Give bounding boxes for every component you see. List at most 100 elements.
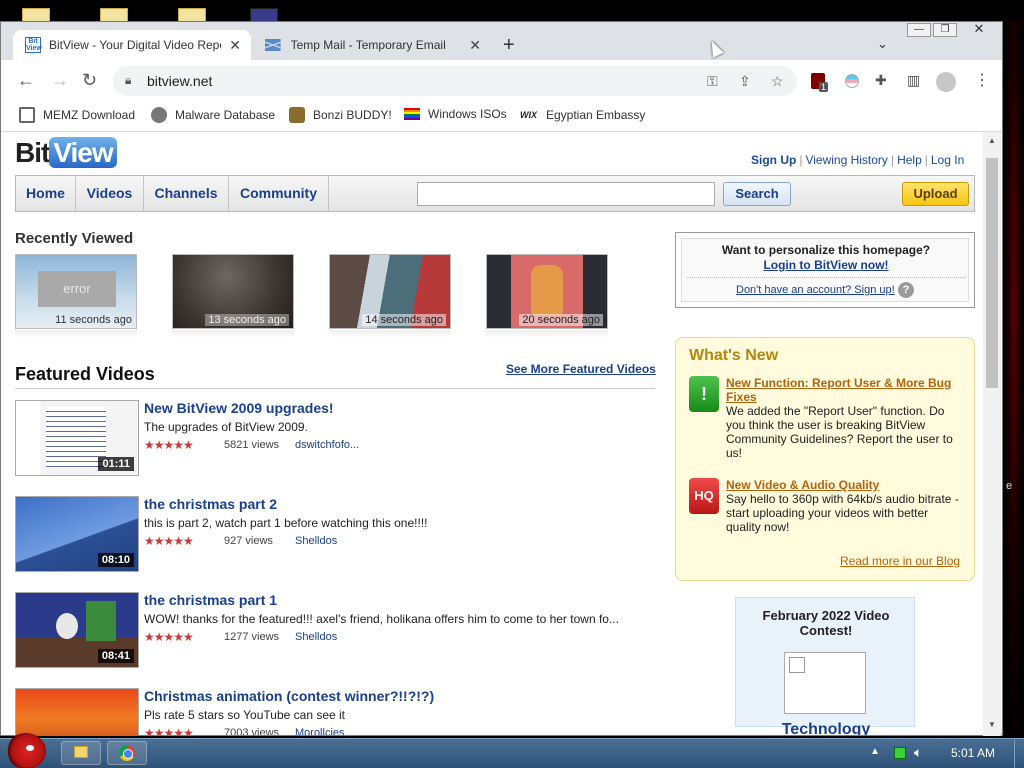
- nav-channels[interactable]: Channels: [144, 176, 229, 211]
- page-icon: [19, 107, 35, 123]
- scroll-down-icon[interactable]: ▼: [988, 720, 996, 729]
- rating-stars-icon: ★★★★★: [144, 630, 194, 644]
- tab-strip: Bit View BitView - Your Digital Video Rep…: [1, 22, 1002, 60]
- video-title-link[interactable]: Christmas animation (contest winner?!!?!…: [144, 688, 434, 704]
- url-text[interactable]: bitview.net: [147, 73, 212, 89]
- side-panel-icon[interactable]: ▥: [907, 72, 920, 89]
- extensions-puzzle-icon[interactable]: ✚: [875, 72, 887, 89]
- blog-link[interactable]: Read more in our Blog: [840, 554, 960, 568]
- maximize-button[interactable]: ❐: [933, 23, 957, 37]
- close-icon[interactable]: ✕: [229, 37, 241, 54]
- desktop-program-icon[interactable]: [250, 8, 284, 22]
- see-more-featured-link[interactable]: See More Featured Videos: [506, 362, 656, 376]
- video-user-link[interactable]: dswitchfofo...: [295, 439, 359, 451]
- scroll-thumb[interactable]: [986, 158, 998, 388]
- menu-dots-icon[interactable]: ⋮: [974, 70, 990, 90]
- nav-videos[interactable]: Videos: [76, 176, 144, 211]
- volume-icon[interactable]: 🔈︎: [914, 744, 922, 761]
- tray-expand-icon[interactable]: ▲: [870, 746, 880, 757]
- cartoon-character: [531, 265, 563, 315]
- video-title-link[interactable]: the christmas part 1: [144, 592, 277, 608]
- key-icon[interactable]: ⚿: [707, 73, 718, 90]
- hq-icon: HQ: [689, 478, 719, 514]
- bitview-logo[interactable]: Bit View: [15, 137, 117, 169]
- personalize-box: Want to personalize this homepage? Login…: [675, 232, 975, 308]
- contest-category-link[interactable]: Technology: [736, 721, 916, 735]
- tab-bitview[interactable]: Bit View BitView - Your Digital Video Rep…: [13, 30, 251, 60]
- new-tab-plus-icon[interactable]: +: [503, 34, 515, 57]
- bookmark-star-icon[interactable]: ☆: [771, 73, 784, 90]
- recent-video-thumb[interactable]: error 11 seconds ago: [15, 254, 137, 329]
- news-title-link[interactable]: New Function: Report User & More Bug Fix…: [726, 376, 966, 404]
- video-user-link[interactable]: Shelldos: [295, 535, 337, 547]
- video-user-link[interactable]: Shelldos: [295, 631, 337, 643]
- close-icon[interactable]: ✕: [469, 37, 481, 54]
- bookmark-egyptian-embassy[interactable]: WIX Egyptian Embassy: [520, 107, 645, 123]
- divider: [15, 388, 655, 389]
- video-title-link[interactable]: New BitView 2009 upgrades!: [144, 400, 334, 416]
- close-window-button[interactable]: ✕: [967, 22, 991, 37]
- sign-up-link[interactable]: Sign Up: [751, 153, 796, 167]
- tab-temp-mail[interactable]: Temp Mail - Temporary Email ✕: [253, 30, 491, 60]
- search-input[interactable]: [417, 182, 715, 206]
- search-button[interactable]: Search: [723, 182, 791, 206]
- show-desktop-button[interactable]: [1014, 740, 1024, 768]
- start-button-angry-bird-icon[interactable]: [6, 733, 46, 768]
- featured-video: 01:11 New BitView 2009 upgrades! The upg…: [15, 400, 655, 480]
- recent-video-thumb[interactable]: 13 seconds ago: [172, 254, 294, 329]
- bookmark-memz[interactable]: MEMZ Download: [19, 107, 135, 123]
- video-thumb[interactable]: 01:11: [15, 400, 139, 476]
- desktop-folder-icon[interactable]: [178, 8, 212, 22]
- desktop-folder-icon[interactable]: [100, 8, 134, 22]
- video-thumb[interactable]: 08:41: [15, 592, 139, 668]
- news-title-link[interactable]: New Video & Audio Quality: [726, 478, 966, 492]
- reload-icon[interactable]: ↻: [82, 70, 97, 91]
- taskbar-clock[interactable]: 5:01 AM: [951, 746, 995, 760]
- contest-image[interactable]: [784, 652, 866, 714]
- video-duration: 01:11: [98, 457, 134, 471]
- upload-button[interactable]: Upload: [902, 182, 969, 206]
- bookmark-malware-database[interactable]: Malware Database: [151, 107, 275, 123]
- video-user-link[interactable]: Morollcies: [295, 727, 345, 735]
- network-icon[interactable]: [894, 747, 906, 759]
- video-thumb[interactable]: 08:10: [15, 496, 139, 572]
- video-description: The upgrades of BitView 2009.: [144, 420, 308, 434]
- news-body: We added the "Report User" function. Do …: [726, 404, 953, 460]
- video-title-link[interactable]: the christmas part 2: [144, 496, 277, 512]
- recent-time: 11 seconds ago: [55, 314, 132, 326]
- minimize-button[interactable]: —: [907, 23, 931, 37]
- desktop-text: e: [1006, 480, 1013, 492]
- help-icon[interactable]: ?: [898, 282, 914, 298]
- signup-link[interactable]: Don't have an account? Sign up!: [736, 284, 895, 296]
- nav-home[interactable]: Home: [16, 176, 76, 211]
- bookmarks-bar: MEMZ Download Malware Database Bonzi BUD…: [1, 102, 1002, 132]
- page-scrollbar[interactable]: ▲ ▼: [983, 132, 1001, 736]
- scroll-up-icon[interactable]: ▲: [988, 136, 996, 145]
- log-in-link[interactable]: Log In: [931, 153, 964, 167]
- recent-time: 20 seconds ago: [519, 314, 603, 326]
- bird-eye: [26, 745, 34, 751]
- rating-stars-icon: ★★★★★: [144, 726, 194, 735]
- share-icon[interactable]: ⇪: [739, 73, 751, 90]
- profile-avatar-icon[interactable]: [936, 72, 956, 92]
- address-bar[interactable]: 🔒︎ bitview.net ⚿ ⇪ ☆: [113, 66, 797, 96]
- thumb-reflection: [329, 330, 451, 338]
- recent-video-thumb[interactable]: 14 seconds ago: [329, 254, 451, 329]
- recent-video-thumb[interactable]: 20 seconds ago: [486, 254, 608, 329]
- login-link[interactable]: Login to BitView now!: [682, 258, 970, 272]
- forward-arrow-icon[interactable]: →: [51, 70, 69, 91]
- pride-extension-icon[interactable]: [845, 74, 859, 88]
- bookmark-windows-isos[interactable]: Windows ISOs: [404, 107, 507, 121]
- desktop-folder-icon[interactable]: [22, 8, 56, 22]
- nav-community[interactable]: Community: [229, 176, 329, 211]
- tab-search-chevron-icon[interactable]: ⌄: [877, 36, 888, 52]
- bookmark-bonzi-buddy[interactable]: Bonzi BUDDY!: [289, 107, 392, 123]
- help-link[interactable]: Help: [897, 153, 922, 167]
- lock-icon[interactable]: 🔒︎: [125, 73, 131, 88]
- back-arrow-icon[interactable]: ←: [17, 70, 35, 91]
- viewing-history-link[interactable]: Viewing History: [805, 153, 887, 167]
- video-thumb[interactable]: [15, 688, 139, 735]
- thumb-screenshot: [46, 407, 106, 467]
- whats-new-heading: What's New: [689, 347, 779, 364]
- recent-time: 13 seconds ago: [205, 314, 289, 326]
